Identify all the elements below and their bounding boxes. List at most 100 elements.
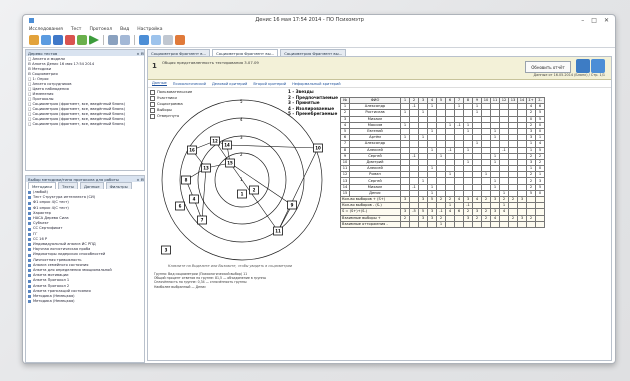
method-icon (28, 196, 31, 200)
menu-research[interactable]: Исследования (29, 27, 63, 32)
subtab-business[interactable]: Деловой критерий (212, 82, 247, 86)
method-icon (28, 284, 31, 288)
sociogram-node[interactable]: 16 (187, 145, 197, 155)
app-icon (29, 17, 34, 23)
sociogram-node[interactable]: 14 (222, 140, 232, 150)
node-label: 9 (291, 203, 294, 208)
tab-data[interactable]: Данные (79, 182, 104, 189)
sociogram-node[interactable]: 15 (225, 158, 235, 168)
node-label: 12 (212, 139, 218, 144)
table-cell (481, 220, 491, 228)
method-icon (28, 258, 31, 262)
sociogram-node[interactable]: 2 (249, 185, 259, 195)
toolbar-separator (134, 35, 135, 45)
new-icon[interactable] (29, 35, 39, 45)
document-tabs: Социометрия Фрагмент в... Социометрия Фр… (147, 49, 612, 56)
doc-tab-1[interactable]: Социометрия Фрагмент в... (147, 49, 211, 56)
summary-label: Взаимные отторжения - (340, 220, 401, 228)
subtab-data[interactable]: Данные (152, 81, 167, 86)
tab-tests[interactable]: Тесты (58, 182, 78, 189)
menu-test[interactable]: Тест (71, 27, 82, 32)
sociogram-node[interactable]: 12 (210, 136, 220, 146)
open-icon[interactable] (41, 35, 51, 45)
tab-filters[interactable]: Фильтры (105, 182, 132, 189)
sociogram-node[interactable]: 6 (175, 201, 185, 211)
filter-icon[interactable] (151, 35, 161, 45)
sociogram-node[interactable]: 4 (189, 194, 199, 204)
method-icon (28, 237, 31, 241)
table-cell (400, 220, 410, 228)
table-cell (535, 220, 545, 228)
methods-tabs: Методики Тесты Данные Фильтры (26, 182, 144, 189)
node-label: 10 (315, 146, 321, 151)
settings-icon[interactable] (163, 35, 173, 45)
tree-item[interactable]: □ Социометрия (фрагмент, все, введённый … (28, 122, 142, 127)
table-cell (418, 220, 428, 228)
node-label: 6 (179, 204, 182, 209)
sociogram-node[interactable]: 13 (201, 163, 211, 173)
tab-methods[interactable]: Методики (28, 182, 57, 189)
refresh-report-button[interactable]: Обновить отчёт (525, 61, 571, 73)
method-item[interactable]: Методика (Немецкая) (28, 299, 142, 304)
sociogram-node[interactable]: 8 (181, 175, 191, 185)
criteria-tabs: Данные Психологический Деловой критерий … (148, 80, 611, 88)
subtab-second[interactable]: Второй критерий (253, 82, 286, 86)
sociogram-node[interactable]: 9 (287, 200, 297, 210)
table-cell (409, 220, 419, 228)
menu-protocol[interactable]: Протокол (89, 27, 112, 32)
report-document: 1 Общая представленность тестирования 3.… (147, 56, 612, 361)
method-label: СС Сертификат (33, 226, 63, 231)
export-excel-icon[interactable] (576, 59, 590, 73)
test-tree[interactable]: □ Анкета и модели ⊟ Анкета Денис 16 мая … (26, 56, 144, 128)
main-pane: Социометрия Фрагмент в... Социометрия Фр… (147, 49, 612, 361)
doc-tab-3[interactable]: Социометрия Фрагмент вы... (280, 49, 347, 56)
toolbar-separator (103, 35, 104, 45)
sociogram-node[interactable]: 7 (197, 215, 207, 225)
method-icon (28, 243, 31, 247)
edit-icon[interactable] (175, 35, 185, 45)
node-label: 14 (224, 143, 230, 148)
menu-view[interactable]: Вид (120, 27, 129, 32)
table-cell (472, 220, 482, 228)
legend-item-neglected: 5 - Пренебрегаемые (288, 111, 338, 116)
method-icon (28, 274, 31, 278)
table-icon[interactable] (77, 35, 87, 45)
sociomatrix-table: № ФИО 1 2 3 4 5 6 7 8 9 10 11 12 13 14 Σ+ Σ- 1 Александр -1 1… (340, 96, 545, 228)
methods-list[interactable]: (любой) Тест Структура интеллекта (СИ) Ф1 … (26, 189, 144, 305)
report-title: Общая представленность тестирования 3.07… (162, 60, 259, 65)
sociogram-node[interactable]: 1 (237, 189, 247, 199)
method-icon (28, 289, 31, 293)
table-cell (490, 220, 500, 228)
report-subtitle: Данные от 16.05.2014 (Бланк) / Стр. 1/1 (533, 73, 605, 77)
table-cell (454, 220, 464, 228)
chart-icon[interactable] (65, 35, 75, 45)
maximize-button[interactable]: □ (591, 17, 597, 24)
report-icon[interactable] (139, 35, 149, 45)
method-icon (28, 253, 31, 257)
table-cell (526, 220, 536, 228)
close-button[interactable]: ✕ (604, 17, 609, 24)
left-pane: Дерево тестов × ⊟ □ Анкета и модели ⊟ Анк… (25, 49, 145, 363)
node-label: 3 (165, 248, 168, 253)
report-header: 1 Общая представленность тестирования 3.… (148, 57, 611, 80)
print-icon[interactable] (108, 35, 118, 45)
subtab-psychological[interactable]: Психологический (173, 82, 206, 86)
menu-settings[interactable]: Настройка (137, 27, 162, 32)
export-word-icon[interactable] (591, 59, 605, 73)
doc-tab-2[interactable]: Социометрия Фрагмент вы... (212, 49, 279, 56)
method-icon (28, 206, 31, 210)
method-icon (28, 300, 31, 304)
method-icon (28, 211, 31, 215)
sociogram-node[interactable]: 10 (313, 143, 323, 153)
export-icon[interactable] (120, 35, 130, 45)
play-icon[interactable] (89, 35, 99, 45)
save-icon[interactable] (53, 35, 63, 45)
subtab-informal[interactable]: Неформальный критерий (292, 82, 341, 86)
sociogram-node[interactable]: 11 (273, 226, 283, 236)
title-bar: Денис 16 мая 17:54 2014 - ПО Психомэтр –… (23, 15, 615, 25)
table-cell (508, 220, 518, 228)
minimize-button[interactable]: – (581, 17, 584, 24)
table-cell (427, 220, 437, 228)
table-cell (463, 220, 473, 228)
sociogram-node[interactable]: 3 (161, 245, 171, 255)
